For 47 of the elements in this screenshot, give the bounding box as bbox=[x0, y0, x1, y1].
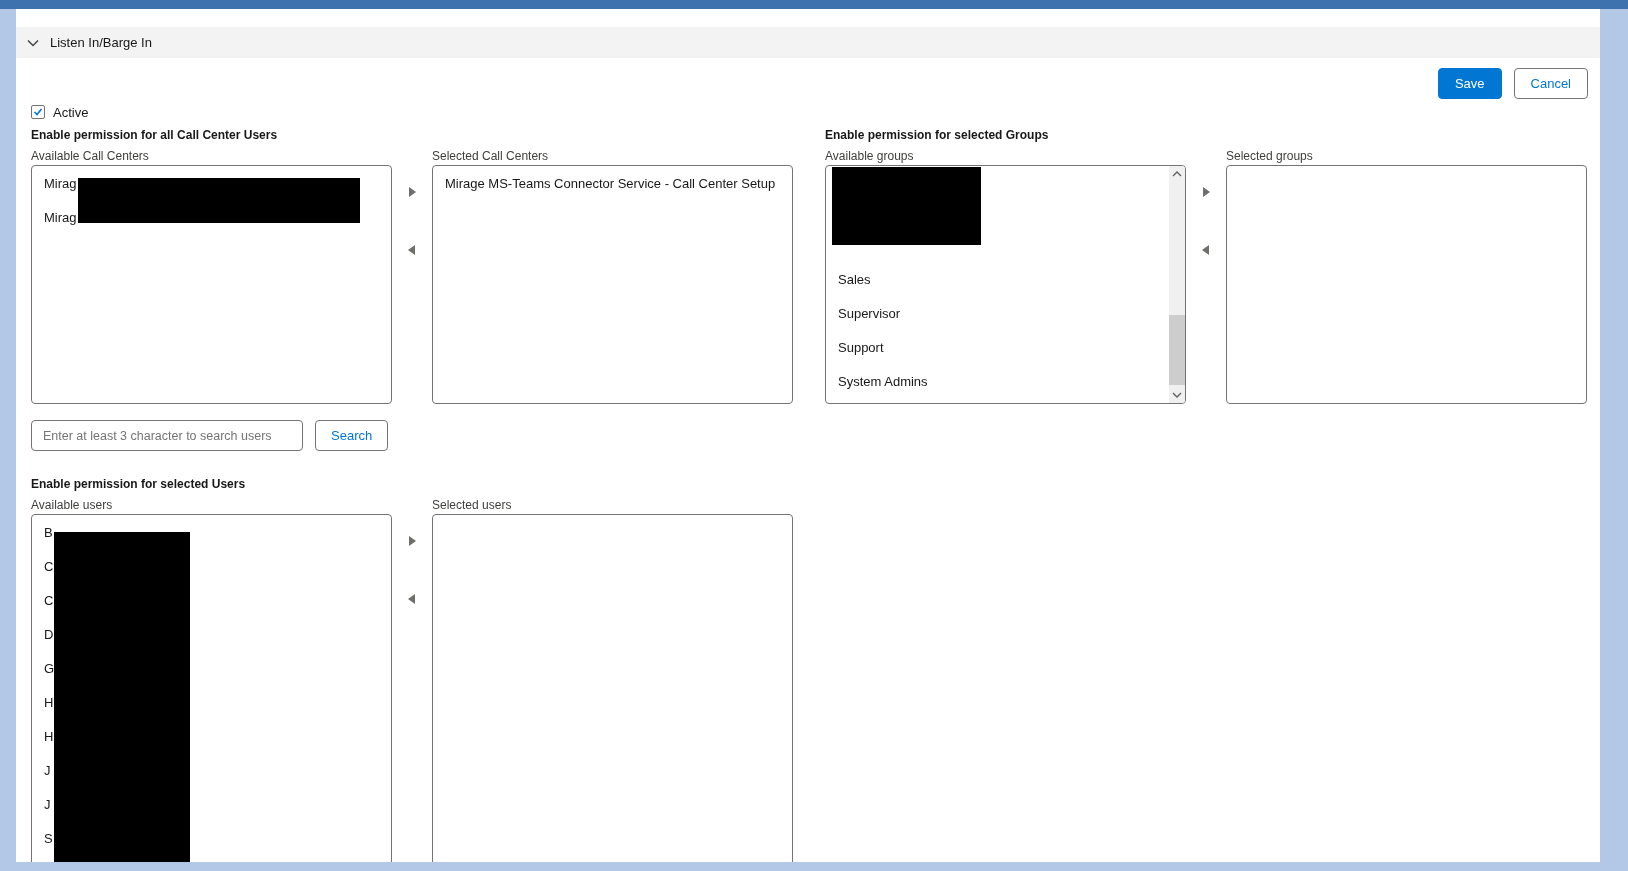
move-right-icon[interactable] bbox=[1201, 187, 1211, 197]
list-label: Selected Call Centers bbox=[432, 149, 550, 165]
save-button[interactable]: Save bbox=[1437, 68, 1502, 99]
move-left-icon[interactable] bbox=[407, 594, 417, 604]
list-label: Selected groups bbox=[1226, 149, 1314, 165]
scroll-down-icon[interactable] bbox=[1172, 390, 1182, 400]
list-option[interactable]: G bbox=[44, 661, 55, 677]
list-option[interactable]: J bbox=[44, 797, 51, 813]
list-option[interactable]: H bbox=[44, 729, 54, 745]
list-option[interactable]: Mirag bbox=[44, 210, 77, 226]
list-label: Available Call Centers bbox=[31, 149, 150, 165]
checkbox-label: Active bbox=[53, 104, 89, 120]
list-label: Selected users bbox=[432, 498, 513, 514]
list-option[interactable]: D bbox=[44, 627, 54, 643]
list-option[interactable]: Mirage MS-Teams Connector Service - Call Center Setup bbox=[445, 176, 776, 192]
move-left-icon[interactable] bbox=[407, 245, 417, 255]
listbox[interactable]: Mirag Mirag bbox=[31, 165, 392, 404]
move-left-icon[interactable] bbox=[1201, 245, 1211, 255]
listbox[interactable]: Sales Supervisor Support System Admins bbox=[825, 165, 1186, 404]
list-option[interactable]: C bbox=[44, 593, 54, 609]
listbox[interactable]: Mirage MS-Teams Connector Service - Call Center Setup bbox=[432, 165, 793, 404]
search-field[interactable]: Enter at least 3 character to search users bbox=[31, 420, 303, 451]
cancel-button[interactable]: Cancel bbox=[1513, 68, 1588, 99]
section-heading: Enable permission for selected Groups bbox=[825, 128, 1050, 143]
list-option[interactable]: B bbox=[44, 525, 53, 541]
list-option[interactable]: Supervisor bbox=[838, 306, 901, 322]
list-option[interactable]: H bbox=[44, 695, 54, 711]
move-right-icon[interactable] bbox=[407, 536, 417, 546]
search-button[interactable]: Search bbox=[315, 420, 389, 451]
list-option[interactable]: Support bbox=[838, 340, 884, 356]
scrollbar[interactable] bbox=[1169, 166, 1185, 403]
list-label: Available groups bbox=[825, 149, 915, 165]
section-title: Listen In/Barge In bbox=[50, 35, 152, 50]
list-option[interactable]: J bbox=[44, 763, 51, 779]
listbox[interactable]: B C C D G H H J J S bbox=[31, 514, 392, 862]
list-option[interactable]: C bbox=[44, 559, 54, 575]
list-option[interactable]: System Admins bbox=[838, 374, 928, 390]
list-option[interactable]: S bbox=[44, 831, 53, 847]
section-heading: Enable permission for all Call Center Users bbox=[31, 128, 279, 143]
section-header[interactable]: Listen In/Barge In bbox=[16, 27, 1600, 58]
section-heading: Enable permission for selected Users bbox=[31, 477, 247, 492]
list-label: Available users bbox=[31, 498, 114, 514]
checkbox[interactable] bbox=[31, 105, 45, 119]
list-option[interactable]: Sales bbox=[838, 272, 871, 288]
list-option[interactable]: Mirag bbox=[44, 176, 77, 192]
scroll-up-icon[interactable] bbox=[1172, 169, 1182, 179]
move-right-icon[interactable] bbox=[407, 187, 417, 197]
